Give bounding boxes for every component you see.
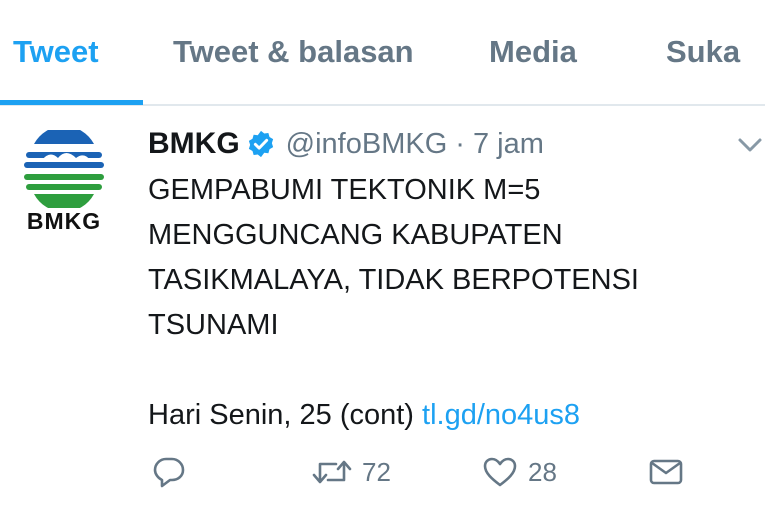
retweet-count: 72 [362,456,391,487]
like-button[interactable]: 28 [482,448,557,496]
avatar[interactable]: BMKG [20,126,108,240]
tweet-actions: 72 28 [148,448,748,498]
chevron-down-icon[interactable] [736,134,764,156]
tab-media[interactable]: Media [489,34,577,70]
verified-badge-icon [248,130,273,158]
handle[interactable]: @infoBMKG [286,128,448,161]
active-tab-indicator [0,100,143,105]
tweet-text: GEMPABUMI TEKTONIK M=5 MENGGUNCANG KABUP… [148,168,748,438]
direct-message-icon [649,459,683,485]
avatar-label: BMKG [26,208,102,234]
retweet-button[interactable]: 72 [312,448,391,496]
reply-icon [153,457,185,488]
tab-tweets-and-replies[interactable]: Tweet & balasan [173,34,414,70]
meta-separator: · [455,127,465,160]
tweet-text-line: TASIKMALAYA, TIDAK BERPOTENSI [148,264,639,296]
display-name[interactable]: BMKG [148,127,240,161]
tab-likes[interactable]: Suka [666,34,740,70]
tweet-text-line: GEMPABUMI TEKTONIK M=5 [148,174,541,206]
direct-message-button[interactable] [648,448,684,496]
tweet-text-line: TSUNAMI [148,309,279,341]
tweet-header: BMKG @infoBMKG · 7 jam [148,124,544,164]
tweet-second-paragraph: Hari Senin, 25 (cont) [148,399,414,431]
tweet-link[interactable]: tl.gd/no4us8 [422,399,580,431]
like-count: 28 [528,456,557,487]
profile-tabs: Tweet Tweet & balasan Media Suka [0,0,765,106]
bmkg-logo-icon [24,126,104,212]
tab-tweets[interactable]: Tweet [13,34,99,70]
timestamp[interactable]: 7 jam [473,128,544,161]
reply-button[interactable] [152,448,186,496]
tweet-text-line: MENGGUNCANG KABUPATEN [148,219,563,251]
like-icon [483,457,517,487]
tweet-text-line: Hari Senin, 25 (cont) tl.gd/no4us8 [148,393,748,438]
retweet-icon [312,460,352,484]
